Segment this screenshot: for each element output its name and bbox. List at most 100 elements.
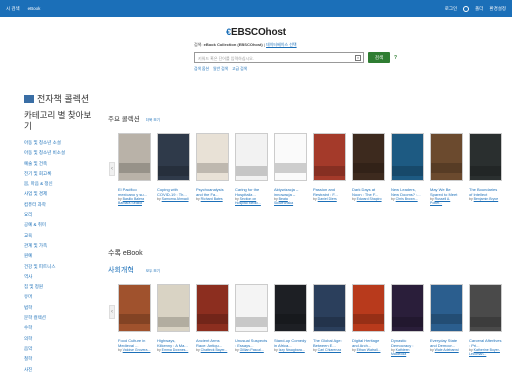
book-title-link[interactable]: The Boundaries of Intellect [469, 187, 502, 197]
book-cover-image[interactable] [235, 133, 268, 181]
advanced-search-link[interactable]: 고급 검색 [232, 67, 247, 72]
book-title-link[interactable]: Food Culture in Medieval ... [118, 338, 151, 348]
book-cover-image[interactable] [391, 133, 424, 181]
book-card[interactable]: Unusual Suspects : Essays... by Gillian P… [235, 284, 268, 357]
book-cover-image[interactable] [157, 284, 190, 332]
book-cover-image[interactable] [313, 284, 346, 332]
book-title-link[interactable]: Passion and Restraint : F... [313, 187, 346, 197]
book-cover-image[interactable] [469, 284, 502, 332]
ebook-prev-arrow-icon[interactable]: ‹ [109, 305, 115, 319]
book-author-link[interactable]: Izzy Nwagbara... [279, 348, 305, 352]
book-card[interactable]: Ancient Arms Race: Antiqu... by Chatteck … [196, 284, 229, 357]
sidebar-category-link[interactable]: 관계 및 가족 [24, 241, 96, 251]
book-author-link[interactable]: Valoise Grovera... [123, 348, 151, 352]
book-card[interactable]: The Global Age: Between E... by Carl Chia… [313, 284, 346, 357]
sidebar-category-link[interactable]: 사진 [24, 365, 96, 375]
book-cover-image[interactable] [274, 284, 307, 332]
sidebar-category-link[interactable]: 아동 및 청소년 소설 [24, 138, 96, 148]
book-cover-image[interactable] [118, 133, 151, 181]
sidebar-category-link[interactable]: 유머 [24, 292, 96, 302]
book-title-link[interactable]: Dark Days at Noon : The F... [352, 187, 385, 197]
sidebar-category-link[interactable]: 컴퓨터 과학 [24, 200, 96, 210]
book-card[interactable]: Carceral Afterlives : Pri... by Katherine… [469, 284, 502, 357]
ebook-more-link[interactable]: 모두 보기 [146, 269, 160, 274]
sidebar-category-link[interactable]: 교육 [24, 231, 96, 241]
book-author-link[interactable]: Basilio Balera [123, 197, 144, 201]
sidebar-category-link[interactable]: 건강 및 피트니스 [24, 262, 96, 272]
sidebar-category-link[interactable]: 수학 [24, 323, 96, 333]
book-cover-image[interactable] [469, 133, 502, 181]
book-cover-image[interactable] [352, 133, 385, 181]
book-author-link[interactable]: Wale Adebanwi [435, 348, 459, 352]
search-button[interactable]: 검색 [368, 52, 390, 63]
book-card[interactable]: The Boundaries of Intellect by Benjamin B… [469, 133, 502, 206]
book-cover-image[interactable] [391, 284, 424, 332]
book-author-link[interactable]: Section on Hospital Medic... [235, 197, 261, 205]
book-card[interactable]: Coping with COVID-19 : Th... by Samorna A… [157, 133, 190, 206]
book-title-link[interactable]: Coping with COVID-19 : Th... [157, 187, 190, 197]
book-card[interactable]: Food Culture in Medieval ... by Valoise G… [118, 284, 151, 357]
book-title-link[interactable]: Stand-up Comedy in Africa... [274, 338, 307, 348]
sidebar-category-link[interactable]: 요리 [24, 210, 96, 220]
featured-prev-arrow-icon[interactable]: ‹ [109, 162, 115, 176]
book-title-link[interactable]: New Leaders, New Dooms? :... [391, 187, 424, 197]
book-author-link[interactable]: Katherine Boyer-Lecoman... [469, 348, 500, 356]
sidebar-category-link[interactable]: 사업 및 경제 [24, 189, 96, 199]
topbar-new-search-link[interactable]: 시 검색 [6, 6, 20, 12]
book-author-link[interactable]: Chatteck Bayer... [201, 348, 228, 352]
book-card[interactable]: May We Be Spared to Meet by Russell A. Po… [430, 133, 463, 206]
book-card[interactable]: Stand-up Comedy in Africa... by Izzy Nwag… [274, 284, 307, 357]
sidebar-category-link[interactable]: 원예 [24, 251, 96, 261]
choose-database-link[interactable]: 데이터베이스 선택 [266, 42, 297, 47]
book-card[interactable]: Dark Days at Noon : The F... by Edward Sh… [352, 133, 385, 206]
book-card[interactable]: Highways, Kilkenny : A Ma... by Emma Down… [157, 284, 190, 357]
book-author-link[interactable]: Samorna Ahmadi [162, 197, 189, 201]
sidebar-category-link[interactable]: 법학 [24, 303, 96, 313]
topbar-ebook-link[interactable]: eBook [28, 6, 41, 11]
book-card[interactable]: Everyday State and Democr... by Wale Adeb… [430, 284, 463, 357]
book-title-link[interactable]: Carceral Afterlives : Pri... [469, 338, 502, 348]
book-author-link[interactable]: Benjamin Bryce [474, 197, 499, 201]
book-author-link[interactable]: Daniel Diers [318, 197, 337, 201]
book-title-link[interactable]: The Global Age: Between E... [313, 338, 346, 348]
basic-search-link[interactable]: 일반 검색 [213, 67, 228, 72]
book-card[interactable]: Dynastic Democracy : Poli...by Kathleen … [391, 284, 424, 357]
featured-more-link[interactable]: 더욱 보기 [146, 118, 160, 123]
book-card[interactable]: Caring for the Hospitaliz... by Section o… [235, 133, 268, 206]
sidebar-category-link[interactable]: 아동 및 청소년 비소설 [24, 148, 96, 158]
book-author-link[interactable]: Ethan Watrall... [357, 348, 381, 352]
book-card[interactable]: Psychoanalysis and the Fa... by Richard B… [196, 133, 229, 206]
book-cover-image[interactable] [118, 284, 151, 332]
book-card[interactable]: New Leaders, New Dooms? :... by Chris Bro… [391, 133, 424, 206]
book-title-link[interactable]: Dynastic Democracy : Poli... [391, 338, 424, 348]
book-title-link[interactable]: Aktywizacja – innowacja – rozwój... [274, 187, 307, 197]
book-author-link[interactable]: Chris Brown... [396, 197, 418, 201]
ebscohost-logo[interactable]: €EBSCOhost [0, 27, 512, 38]
book-author-link[interactable]: Richard Bates [201, 197, 223, 201]
book-author-link[interactable]: Carl Chiarenza [318, 348, 341, 352]
sidebar-category-link[interactable]: 철학 [24, 354, 96, 364]
book-title-link[interactable]: Psychoanalysis and the Fa... [196, 187, 229, 197]
topbar-signin-link[interactable]: 로그인 [445, 6, 457, 12]
book-author-link[interactable]: Edward Shapiro [357, 197, 382, 201]
sidebar-category-link[interactable]: 몸, 마음 & 정신 [24, 179, 96, 189]
book-title-link[interactable]: Ancient Arms Race: Antiqu... [196, 338, 229, 348]
book-card[interactable]: Aktywizacja – innowacja – rozwój...by Be… [274, 133, 307, 206]
book-title-link[interactable]: Caring for the Hospitaliz... [235, 187, 268, 197]
sidebar-category-link[interactable]: 예술 및 건축 [24, 159, 96, 169]
search-input[interactable]: 키워드 혹은 단어를 입력하십시오. × [194, 52, 364, 63]
book-cover-image[interactable] [274, 133, 307, 181]
book-title-link[interactable]: Everyday State and Democr... [430, 338, 463, 348]
book-title-link[interactable]: Digital Heritage and Arch... [352, 338, 385, 348]
folder-icon[interactable] [463, 5, 470, 12]
book-cover-image[interactable] [430, 133, 463, 181]
help-icon[interactable]: ? [394, 55, 397, 61]
book-title-link[interactable]: El Pacifico mexicano y su... [118, 187, 151, 197]
book-author-link[interactable]: Barbara Sedilla [118, 201, 142, 205]
book-card[interactable]: Digital Heritage and Arch... by Ethan Wat… [352, 284, 385, 357]
book-cover-image[interactable] [196, 284, 229, 332]
book-cover-image[interactable] [157, 133, 190, 181]
book-card[interactable]: El Pacifico mexicano y su... by Basilio B… [118, 133, 151, 206]
book-cover-image[interactable] [352, 284, 385, 332]
topbar-preferences-link[interactable]: 환경설정 [489, 6, 506, 12]
